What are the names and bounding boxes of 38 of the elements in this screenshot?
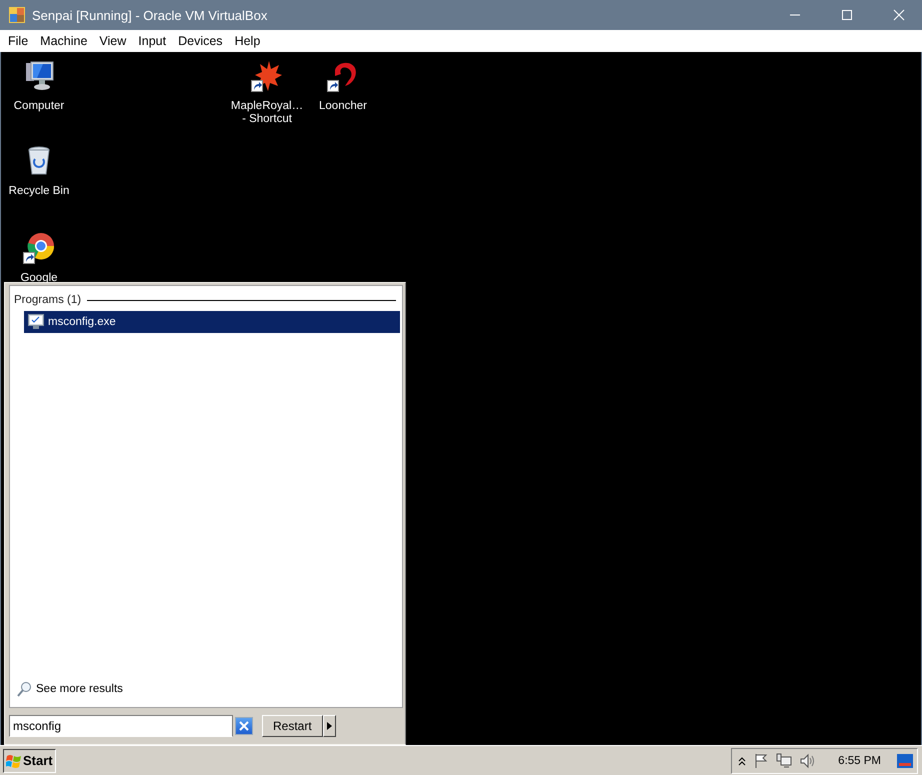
search-field[interactable]: msconfig [9, 715, 233, 737]
power-options-button[interactable] [322, 715, 336, 737]
window-title: Senpai [Running] - Oracle VM VirtualBox [32, 8, 268, 22]
flag-icon[interactable] [754, 752, 768, 768]
icon-label: Computer [14, 100, 64, 113]
shortcut-arrow-icon [327, 80, 339, 92]
close-icon [893, 9, 905, 21]
icon-label: Google [20, 272, 58, 285]
app-icon [8, 6, 26, 24]
menu-item[interactable]: File [2, 34, 34, 48]
desktop-icon[interactable] [897, 754, 913, 768]
icon-label: Recycle Bin [8, 185, 70, 198]
icon-label: MapleRoyal… [230, 100, 304, 113]
clear-search-button[interactable] [235, 717, 253, 735]
speaker-icon[interactable] [800, 752, 816, 768]
section-heading: Programs (1) [14, 294, 82, 306]
icon-label: - Shortcut [242, 113, 292, 126]
menu-item[interactable]: Machine [34, 34, 94, 48]
menu-item[interactable]: Devices [172, 34, 229, 48]
system-config-icon [28, 314, 44, 330]
search-icon [16, 681, 32, 697]
menu-item[interactable]: View [93, 34, 132, 48]
icon-label: Looncher [319, 100, 367, 113]
shortcut-arrow-icon [23, 252, 35, 264]
show-hidden-icons-icon[interactable] [738, 756, 746, 766]
search-result[interactable]: msconfig.exe [24, 311, 400, 333]
caret-icon [326, 722, 332, 730]
network-icon[interactable] [776, 752, 792, 768]
maximize-icon [841, 9, 853, 21]
windows-logo-icon [6, 752, 22, 768]
start-button[interactable]: Start [3, 748, 56, 772]
close-icon [239, 721, 249, 731]
see-more-results-link[interactable]: See more results [16, 681, 400, 697]
clock[interactable]: 6:55 PM [838, 754, 881, 766]
menu-item[interactable]: Input [132, 34, 172, 48]
restart-button[interactable]: Restart [262, 715, 323, 737]
shortcut-arrow-icon [251, 80, 263, 92]
menu-item[interactable]: Help [228, 34, 266, 48]
